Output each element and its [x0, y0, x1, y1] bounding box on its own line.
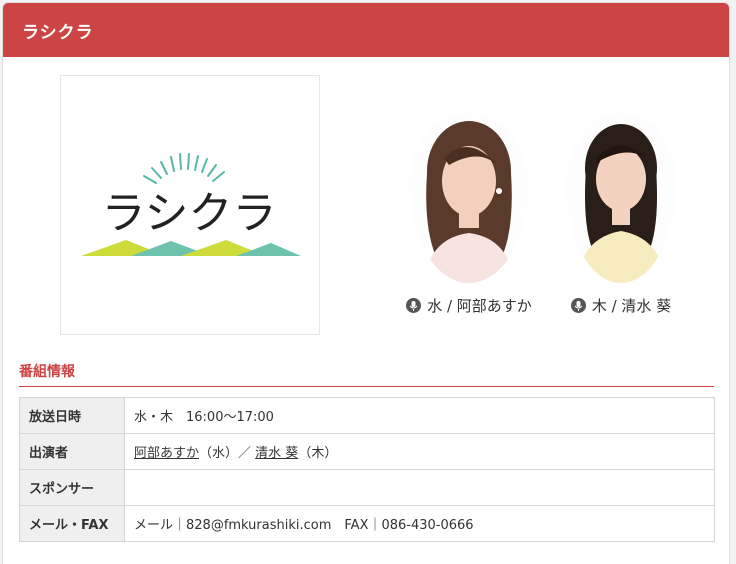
host-day: （木）	[298, 446, 338, 461]
host-card: 木 / 清水 葵	[561, 113, 681, 316]
host-caption: 水 / 阿部あすか	[399, 295, 539, 316]
section-title: 番組情報	[19, 361, 714, 387]
program-info-table: 放送日時 水・木 16:00〜17:00 出演者 阿部あすか（水）／ 清水 葵（…	[19, 397, 715, 542]
logo-graphic: ラシクラ	[81, 153, 301, 256]
table-row: 出演者 阿部あすか（水）／ 清水 葵（木）	[19, 433, 715, 470]
host-card: 水 / 阿部あすか	[399, 113, 539, 316]
logo-text: ラシクラ	[101, 188, 276, 239]
row-value	[124, 469, 715, 506]
table-row: 放送日時 水・木 16:00〜17:00	[19, 397, 715, 434]
table-row: メール・FAX メール｜828@fmkurashiki.com FAX｜086-…	[19, 505, 715, 542]
row-label: 出演者	[19, 433, 125, 470]
row-value: 水・木 16:00〜17:00	[124, 397, 715, 434]
row-label: メール・FAX	[19, 505, 125, 542]
row-value: メール｜828@fmkurashiki.com FAX｜086-430-0666	[124, 505, 715, 542]
host-caption-text: 水 / 阿部あすか	[427, 297, 532, 315]
host-link-abe[interactable]: 阿部あすか	[134, 446, 199, 461]
program-title: ラシクラ	[22, 22, 94, 43]
host-caption-text: 木 / 清水 葵	[591, 297, 672, 315]
host-photo	[566, 113, 676, 283]
host-link-shimizu[interactable]: 清水 葵	[255, 446, 298, 461]
mic-icon	[570, 298, 586, 313]
program-header: ラシクラ	[3, 3, 729, 57]
table-row: スポンサー	[19, 469, 715, 506]
program-logo: ラシクラ	[60, 75, 320, 335]
row-label: スポンサー	[19, 469, 125, 506]
host-day: （水）／	[199, 446, 252, 461]
row-label: 放送日時	[19, 397, 125, 434]
host-caption: 木 / 清水 葵	[561, 295, 681, 316]
mic-icon	[406, 298, 422, 313]
sun-rays	[143, 153, 225, 184]
row-value: 阿部あすか（水）／ 清水 葵（木）	[124, 433, 715, 470]
host-photo	[409, 113, 529, 283]
program-card: ラシクラ ラシクラ 水 / 阿部あすか 木 / 清水 葵 番組情報 放送日時 水…	[2, 2, 730, 564]
